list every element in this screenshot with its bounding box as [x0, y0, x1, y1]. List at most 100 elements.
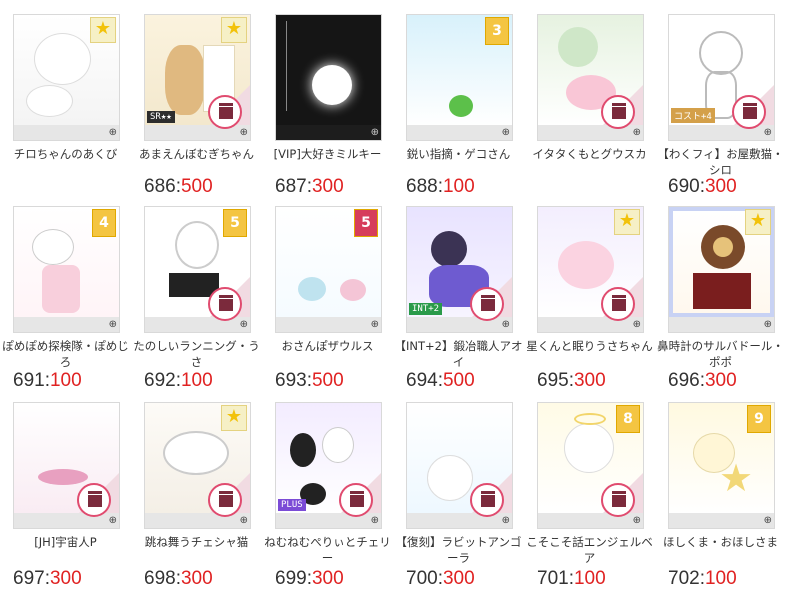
item-price: 702:100 [668, 568, 737, 589]
item-card: ⊕ [VIP]大好きミルキー 687:300 [262, 0, 393, 197]
rank-badge: 8 [616, 405, 640, 433]
item-card: 5 ⊕ たのしいランニング・うさ 692:100 [131, 192, 262, 391]
item-name[interactable]: 鋭い指摘・ゲコさん [393, 146, 524, 162]
star-badge-icon: ★ [614, 209, 640, 235]
star-badge-icon: ★ [90, 17, 116, 43]
item-card: 5 ⊕ おさんぽザウルス 693:500 [262, 192, 393, 391]
cost-tag: コスト+4 [671, 108, 715, 123]
gift-icon[interactable] [339, 483, 373, 517]
item-thumbnail[interactable]: ⊕ [275, 14, 382, 141]
item-thumbnail[interactable]: ⊕ [406, 402, 513, 529]
item-card: ★ ⊕ 星くんと眠りうさちゃん 695:300 [524, 192, 655, 391]
item-name[interactable]: ぽめぽめ探検隊・ぽめじろ [0, 338, 131, 370]
zoom-icon[interactable]: ⊕ [371, 319, 379, 331]
item-card: ★ SR★★ ⊕ あまえんぼむぎちゃん 686:500 [131, 0, 262, 197]
item-thumbnail[interactable]: ★ ⊕ [537, 206, 644, 333]
zoom-icon[interactable]: ⊕ [371, 127, 379, 139]
item-name[interactable]: チロちゃんのあくび [0, 146, 131, 162]
item-thumbnail[interactable]: PLUS ⊕ [275, 402, 382, 529]
item-name[interactable]: 星くんと眠りうさちゃん [524, 338, 655, 354]
item-name[interactable]: こそこそ話エンジェルベア [524, 534, 655, 566]
zoom-icon[interactable]: ⊕ [633, 127, 641, 139]
zoom-icon[interactable]: ⊕ [240, 515, 248, 527]
item-name[interactable]: [JH]宇宙人P [0, 534, 131, 550]
item-name[interactable]: 【復刻】ラビットアンゴーラ [393, 534, 524, 566]
zoom-icon[interactable]: ⊕ [502, 515, 510, 527]
item-name[interactable]: 鼻時計のサルバドール・ポポ [655, 338, 786, 370]
gift-icon[interactable] [601, 287, 635, 321]
gift-icon[interactable] [732, 95, 766, 129]
item-thumbnail[interactable]: 4 ⊕ [13, 206, 120, 333]
item-name[interactable]: ほしくま・おほしさま [655, 534, 786, 550]
zoom-icon[interactable]: ⊕ [240, 127, 248, 139]
plus-tag: PLUS [278, 499, 306, 511]
zoom-icon[interactable]: ⊕ [633, 515, 641, 527]
item-card: ★ ⊕ 跳ね舞うチェシャ猫 698:300 [131, 388, 262, 589]
item-price: 697:300 [13, 568, 82, 589]
item-thumbnail[interactable]: ★ SR★★ ⊕ [144, 14, 251, 141]
item-card: INT+2 ⊕ 【INT+2】鍛冶職人アオイ 694:500 [393, 192, 524, 391]
rank-badge: 4 [92, 209, 116, 237]
item-card: 3 ⊕ 鋭い指摘・ゲコさん 688:100 [393, 0, 524, 197]
item-thumbnail[interactable]: 8 ⊕ [537, 402, 644, 529]
zoom-icon[interactable]: ⊕ [764, 127, 772, 139]
item-thumbnail[interactable]: ⊕ [13, 402, 120, 529]
gift-icon[interactable] [208, 287, 242, 321]
zoom-icon[interactable]: ⊕ [371, 515, 379, 527]
rank-badge: 5 [223, 209, 247, 237]
item-thumbnail[interactable]: ★ ⊕ [668, 206, 775, 333]
zoom-icon[interactable]: ⊕ [109, 319, 117, 331]
item-thumbnail[interactable]: ★ ⊕ [13, 14, 120, 141]
item-card: ⊕ 【復刻】ラビットアンゴーラ 700:300 [393, 388, 524, 589]
rarity-tag: SR★★ [147, 111, 175, 123]
rank-badge: 3 [485, 17, 509, 45]
zoom-icon[interactable]: ⊕ [764, 515, 772, 527]
item-thumbnail[interactable]: ★ 9 ⊕ [668, 402, 775, 529]
item-thumbnail[interactable]: 3 ⊕ [406, 14, 513, 141]
gift-icon[interactable] [77, 483, 111, 517]
item-card: コスト+4 ⊕ 【わくフィ】お屋敷猫・シロ 690:300 [655, 0, 786, 197]
item-name[interactable]: イタタくもとグウスカ [524, 146, 655, 162]
item-card: ★ 9 ⊕ ほしくま・おほしさま 702:100 [655, 388, 786, 589]
item-name[interactable]: 【INT+2】鍛冶職人アオイ [393, 338, 524, 370]
item-card: ★ ⊕ チロちゃんのあくび [0, 0, 131, 196]
zoom-icon[interactable]: ⊕ [502, 319, 510, 331]
item-thumbnail[interactable]: ★ ⊕ [144, 402, 251, 529]
item-grid: ★ ⊕ チロちゃんのあくび ★ SR★★ ⊕ あまえんぼむぎちゃん 686:50… [0, 0, 800, 610]
zoom-icon[interactable]: ⊕ [764, 319, 772, 331]
item-price: 698:300 [144, 568, 213, 589]
zoom-icon[interactable]: ⊕ [109, 127, 117, 139]
star-badge-icon: ★ [221, 17, 247, 43]
item-price: 700:300 [406, 568, 475, 589]
item-name[interactable]: おさんぽザウルス [262, 338, 393, 354]
item-name[interactable]: 【わくフィ】お屋敷猫・シロ [655, 146, 786, 178]
gift-icon[interactable] [470, 483, 504, 517]
zoom-icon[interactable]: ⊕ [633, 319, 641, 331]
item-thumbnail[interactable]: INT+2 ⊕ [406, 206, 513, 333]
gift-icon[interactable] [208, 483, 242, 517]
item-card: 8 ⊕ こそこそ話エンジェルベア 701:100 [524, 388, 655, 589]
zoom-icon[interactable]: ⊕ [240, 319, 248, 331]
item-name[interactable]: 跳ね舞うチェシャ猫 [131, 534, 262, 550]
gift-icon[interactable] [208, 95, 242, 129]
item-price: 699:300 [275, 568, 344, 589]
item-name[interactable]: あまえんぼむぎちゃん [131, 146, 262, 162]
item-card: PLUS ⊕ ねむねむぺりぃとチェリー 699:300 [262, 388, 393, 589]
gift-icon[interactable] [470, 287, 504, 321]
zoom-icon[interactable]: ⊕ [109, 515, 117, 527]
item-thumbnail[interactable]: ⊕ [537, 14, 644, 141]
item-name[interactable]: たのしいランニング・うさ [131, 338, 262, 370]
zoom-icon[interactable]: ⊕ [502, 127, 510, 139]
star-badge-icon: ★ [745, 209, 771, 235]
item-name[interactable]: [VIP]大好きミルキー [262, 146, 393, 162]
item-name[interactable]: ねむねむぺりぃとチェリー [262, 534, 393, 566]
stat-tag: INT+2 [409, 303, 443, 315]
item-thumbnail[interactable]: 5 ⊕ [275, 206, 382, 333]
gift-icon[interactable] [601, 95, 635, 129]
item-thumbnail[interactable]: 5 ⊕ [144, 206, 251, 333]
item-thumbnail[interactable]: コスト+4 ⊕ [668, 14, 775, 141]
rank-badge: 9 [747, 405, 771, 433]
item-price: 701:100 [537, 568, 606, 589]
gift-icon[interactable] [601, 483, 635, 517]
item-card: ★ ⊕ 鼻時計のサルバドール・ポポ 696:300 [655, 192, 786, 391]
